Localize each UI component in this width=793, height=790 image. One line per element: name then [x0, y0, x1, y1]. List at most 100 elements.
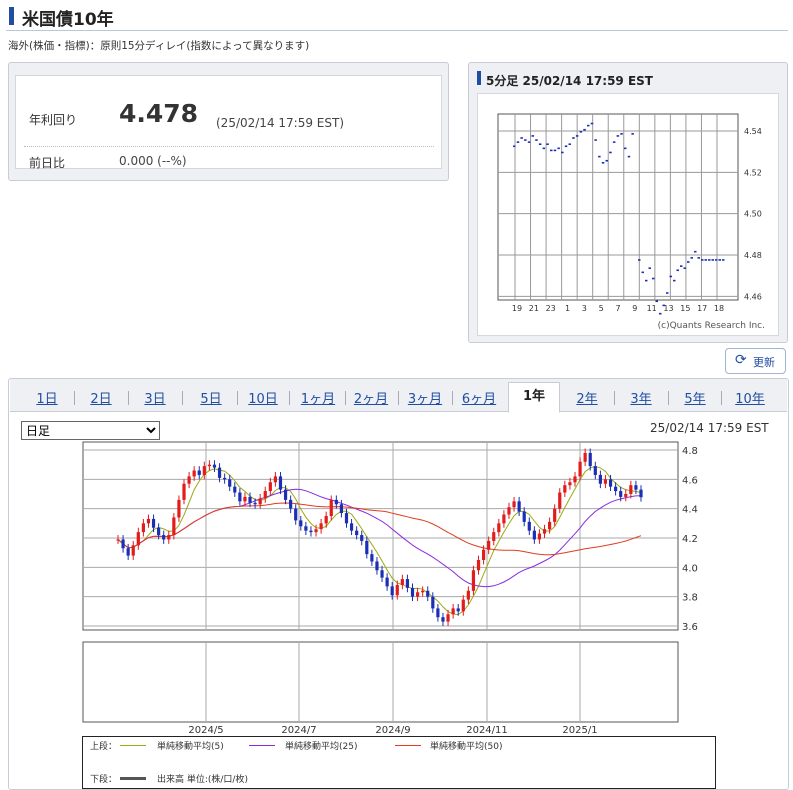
- candle-body: [410, 587, 415, 597]
- candle-body: [598, 474, 602, 484]
- candle-body: [603, 479, 608, 484]
- candle-body: [157, 527, 161, 536]
- candle-body: [614, 486, 618, 492]
- candle-body: [415, 592, 420, 597]
- candle-body: [517, 501, 521, 512]
- candle-body: [634, 485, 638, 490]
- candle-body: [497, 523, 501, 533]
- candle-body: [446, 614, 450, 622]
- candle-body: [370, 554, 374, 562]
- candle-body: [471, 570, 476, 591]
- candle-body: [568, 482, 572, 486]
- price-x-tick: 2024/11: [466, 725, 508, 736]
- candle-body: [512, 501, 516, 508]
- sma5-legend: 単純移動平均(5): [157, 742, 224, 752]
- candle-body: [385, 577, 389, 587]
- candle-body: [324, 516, 328, 524]
- candle-body: [136, 532, 140, 546]
- candle-body: [253, 502, 257, 505]
- candle-body: [426, 590, 430, 597]
- candle-body: [537, 533, 542, 540]
- price-y-tick: 4.8: [682, 446, 698, 457]
- candle-body: [289, 499, 293, 509]
- candle-body: [400, 579, 404, 585]
- candle-body: [466, 590, 470, 600]
- candle-body: [228, 479, 232, 487]
- candle-body: [421, 590, 425, 593]
- sma25-legend: 単純移動平均(25): [285, 742, 358, 752]
- candle-body: [553, 508, 557, 522]
- candle-body: [431, 596, 435, 609]
- candle-body: [278, 476, 283, 490]
- candle-body: [395, 584, 399, 596]
- candle-body: [309, 530, 313, 533]
- candle-body: [608, 479, 613, 487]
- candle-body: [624, 494, 628, 497]
- price-y-tick: 4.0: [682, 563, 698, 574]
- candle-body: [629, 485, 633, 494]
- candle-body: [146, 518, 151, 524]
- volume-legend: 出来高 単位:(株/口/枚): [157, 775, 248, 785]
- candle-body: [527, 521, 531, 531]
- price-x-tick: 2024/5: [188, 725, 223, 736]
- chart-legend: 上段： 単純移動平均(5) 単純移動平均(25) 単純移動平均(50) 下段： …: [82, 736, 716, 789]
- candle-body: [390, 586, 394, 596]
- volume-swatch: [120, 777, 146, 780]
- candle-body: [162, 535, 166, 540]
- candle-body: [334, 499, 338, 505]
- candle-body: [319, 523, 323, 530]
- candle-body: [573, 476, 577, 483]
- sma5-swatch: [120, 745, 146, 746]
- candle-body: [578, 461, 582, 477]
- sma50-legend: 単純移動平均(50): [430, 742, 503, 752]
- candle-body: [283, 489, 288, 500]
- price-frame: [82, 441, 679, 631]
- price-y-tick: 4.4: [682, 505, 698, 516]
- candle-body: [456, 608, 460, 612]
- candle-body: [197, 470, 201, 475]
- candle-body: [461, 599, 465, 612]
- candle-body: [217, 467, 222, 478]
- price-chart: 3.6 3.8 4.0 4.2 4.4 4.6 4.8 2024/5 2024/7 2024/9 2…: [82, 441, 698, 736]
- candle-body: [121, 539, 125, 549]
- candle-body: [502, 514, 506, 524]
- candle-body: [583, 452, 587, 462]
- candle-body: [548, 521, 552, 530]
- legend-bottom-label: 下段：: [90, 775, 118, 785]
- price-y-tick: 4.2: [682, 534, 698, 545]
- candle-body: [329, 499, 333, 516]
- candle-body: [126, 548, 130, 556]
- candle-body: [263, 491, 267, 499]
- candle-body: [248, 496, 252, 503]
- candle-body: [436, 608, 440, 618]
- candle-body: [542, 529, 547, 534]
- candle-body: [131, 545, 135, 556]
- candle-body: [177, 499, 181, 518]
- candle-body: [273, 476, 278, 483]
- candle-body: [223, 477, 227, 480]
- candle-body: [375, 561, 379, 571]
- candle-body: [116, 539, 120, 541]
- candle-body: [299, 520, 303, 527]
- candle-body: [141, 523, 145, 533]
- candle-body: [294, 508, 298, 521]
- candle-body: [202, 466, 206, 475]
- candle-body: [167, 535, 171, 540]
- price-x-tick: 2025/1: [562, 725, 597, 736]
- price-y-tick: 3.6: [682, 622, 698, 633]
- candle-body: [187, 476, 191, 484]
- price-x-tick: 2024/9: [375, 725, 410, 736]
- sma25-swatch: [249, 745, 275, 746]
- candle-body: [441, 617, 445, 622]
- candle-body: [207, 464, 211, 467]
- candle-body: [481, 549, 486, 560]
- candle-body: [558, 492, 562, 509]
- candle-body: [487, 540, 491, 550]
- volume-frame: [82, 641, 679, 723]
- candle-body: [380, 570, 384, 578]
- candle-body: [172, 517, 176, 536]
- candle-body: [349, 523, 354, 531]
- candle-body: [268, 482, 272, 492]
- candle-body: [476, 560, 481, 571]
- candle-body: [507, 507, 511, 515]
